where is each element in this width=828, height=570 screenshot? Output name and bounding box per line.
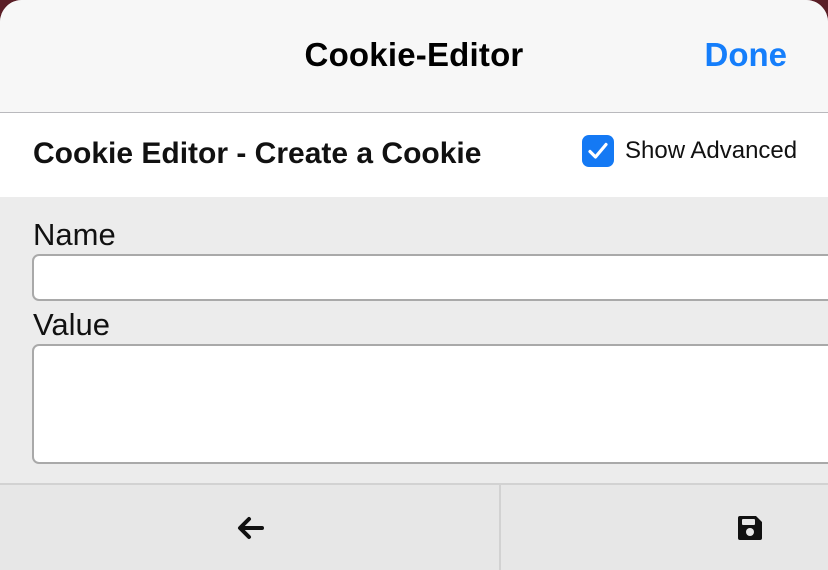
- arrow-left-icon: [237, 516, 264, 539]
- show-advanced-checkbox[interactable]: [582, 135, 614, 167]
- page-title: Cookie Editor - Create a Cookie: [33, 137, 482, 170]
- floppy-disk-icon: [738, 515, 762, 540]
- cookie-editor-sheet: Cookie-Editor Done Cookie Editor - Creat…: [0, 0, 828, 570]
- done-button[interactable]: Done: [705, 36, 788, 74]
- value-input[interactable]: [32, 344, 828, 464]
- navigation-bar: Cookie-Editor Done: [0, 0, 828, 113]
- name-input[interactable]: [32, 254, 828, 301]
- cookie-form: Name Value: [0, 197, 828, 483]
- bottom-toolbar: [0, 483, 828, 570]
- back-button[interactable]: [0, 485, 499, 570]
- show-advanced-label: Show Advanced: [625, 137, 798, 164]
- show-advanced-toggle[interactable]: Show Advanced: [582, 135, 797, 167]
- name-label: Name: [33, 217, 116, 252]
- checkmark-icon: [588, 142, 608, 159]
- editor-header: Cookie Editor - Create a Cookie Show Adv…: [0, 113, 828, 197]
- toolbar-divider: [499, 485, 501, 570]
- value-label: Value: [33, 307, 110, 342]
- save-button[interactable]: [502, 485, 828, 570]
